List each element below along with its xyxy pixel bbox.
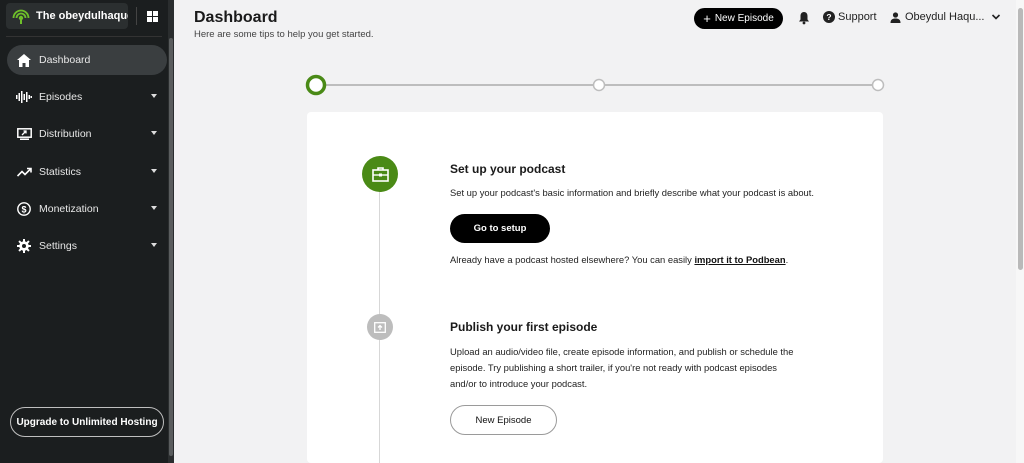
help-circle-icon: ? xyxy=(823,11,835,23)
step-description: Set up your podcast's basic information … xyxy=(450,187,814,198)
sidebar-item-monetization[interactable]: $ Monetization xyxy=(7,194,167,224)
podcast-switcher[interactable]: The obeydulhaquem'... xyxy=(6,3,128,29)
import-prefix: Already have a podcast hosted elsewhere?… xyxy=(450,254,695,265)
go-to-setup-button[interactable]: Go to setup xyxy=(450,214,550,243)
caret-down-icon xyxy=(151,206,157,210)
dollar-icon: $ xyxy=(16,201,32,217)
import-link[interactable]: import it to Podbean xyxy=(694,254,785,265)
caret-down-icon xyxy=(151,169,157,173)
progress-step xyxy=(592,78,606,92)
sidebar-item-statistics[interactable]: Statistics xyxy=(7,157,167,187)
svg-text:?: ? xyxy=(826,12,831,22)
chevron-down-icon xyxy=(991,14,1000,20)
progress-step xyxy=(871,78,885,92)
user-name: Obeydul Haqu... xyxy=(905,11,985,23)
step-title: Set up your podcast xyxy=(450,162,566,176)
sidebar-item-label: Distribution xyxy=(39,128,92,140)
new-episode-label: New Episode xyxy=(714,13,774,24)
podcast-broadcast-icon xyxy=(12,9,30,24)
user-icon xyxy=(890,11,901,23)
caret-down-icon xyxy=(151,243,157,247)
sidebar-item-label: Episodes xyxy=(39,91,83,103)
sidebar-separator xyxy=(6,36,162,37)
upload-file-icon xyxy=(374,321,386,333)
support-label: Support xyxy=(838,11,877,23)
briefcase-icon xyxy=(371,166,389,182)
import-suffix: . xyxy=(785,254,789,265)
onboarding-progress xyxy=(305,74,885,96)
home-icon xyxy=(16,52,32,68)
step-icon-setup xyxy=(362,156,398,192)
share-screen-icon xyxy=(16,126,32,142)
gear-icon xyxy=(16,238,32,254)
notification-bell-icon[interactable] xyxy=(797,11,811,25)
waveform-icon xyxy=(16,89,32,105)
step-icon-publish xyxy=(367,314,393,340)
sidebar-item-episodes[interactable]: Episodes xyxy=(7,82,167,112)
sidebar-scrollbar-thumb[interactable] xyxy=(169,38,173,456)
caret-down-icon xyxy=(151,94,157,98)
page-title: Dashboard xyxy=(194,9,278,26)
step-description: Upload an audio/video file, create episo… xyxy=(450,346,794,389)
sidebar-item-label: Dashboard xyxy=(39,54,91,66)
page-subtitle: Here are some tips to help you get start… xyxy=(194,29,374,40)
plus-icon: + xyxy=(703,11,711,26)
podcast-title: The obeydulhaquem'... xyxy=(36,10,128,22)
support-link[interactable]: ? Support xyxy=(823,11,877,23)
new-episode-button[interactable]: + New Episode xyxy=(694,8,783,29)
upgrade-button[interactable]: Upgrade to Unlimited Hosting xyxy=(10,407,164,437)
new-episode-button-secondary[interactable]: New Episode xyxy=(450,405,557,435)
step-title: Publish your first episode xyxy=(450,320,598,334)
sidebar-item-distribution[interactable]: Distribution xyxy=(7,119,167,149)
user-menu[interactable]: Obeydul Haqu... xyxy=(890,11,1001,23)
grid-icon xyxy=(146,10,158,22)
svg-text:$: $ xyxy=(21,204,26,214)
progress-step-current xyxy=(305,74,327,96)
sidebar-item-label: Settings xyxy=(39,240,77,252)
sidebar-item-dashboard[interactable]: Dashboard xyxy=(7,45,167,75)
caret-down-icon xyxy=(151,131,157,135)
apps-grid-button[interactable] xyxy=(140,5,164,27)
divider xyxy=(136,7,137,25)
import-hint: Already have a podcast hosted elsewhere?… xyxy=(450,254,788,265)
sidebar-item-settings[interactable]: Settings xyxy=(7,231,167,261)
page-scrollbar-thumb[interactable] xyxy=(1018,8,1023,270)
trend-up-icon xyxy=(16,164,32,180)
sidebar-item-label: Monetization xyxy=(39,203,99,215)
sidebar-item-label: Statistics xyxy=(39,166,82,178)
